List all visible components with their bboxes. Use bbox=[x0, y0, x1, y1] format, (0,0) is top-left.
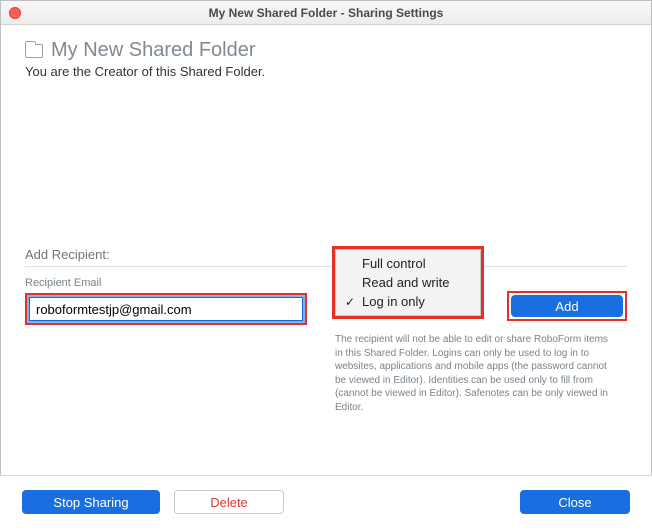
permission-help-text: The recipient will not be able to edit o… bbox=[335, 333, 617, 414]
close-button[interactable]: Close bbox=[520, 490, 630, 514]
recipient-email-label: Recipient Email bbox=[25, 277, 627, 289]
recipient-email-input[interactable] bbox=[29, 297, 303, 321]
footer: Stop Sharing Delete Close bbox=[0, 475, 652, 530]
subtitle: You are the Creator of this Shared Folde… bbox=[25, 64, 627, 79]
close-icon[interactable] bbox=[9, 7, 21, 19]
stop-sharing-button[interactable]: Stop Sharing bbox=[22, 490, 160, 514]
permission-dropdown-highlight: Full control Read and write ✓ Log in onl… bbox=[332, 246, 484, 319]
permission-option-full-control[interactable]: Full control bbox=[336, 254, 480, 273]
page-title: My New Shared Folder bbox=[51, 39, 256, 62]
recipient-row: Add bbox=[25, 293, 627, 325]
check-icon: ✓ bbox=[344, 295, 356, 309]
permission-dropdown[interactable]: Full control Read and write ✓ Log in onl… bbox=[335, 249, 481, 316]
permission-option-read-write[interactable]: Read and write bbox=[336, 273, 480, 292]
folder-icon bbox=[25, 44, 43, 58]
permission-option-label: Log in only bbox=[362, 294, 425, 309]
add-recipient-label: Add Recipient: bbox=[25, 247, 627, 267]
titlebar: My New Shared Folder - Sharing Settings bbox=[1, 1, 651, 25]
email-highlight-box bbox=[25, 293, 307, 325]
permission-option-log-in-only[interactable]: ✓ Log in only bbox=[336, 292, 480, 311]
permission-option-label: Read and write bbox=[362, 275, 449, 290]
add-button[interactable]: Add bbox=[511, 295, 623, 317]
add-highlight-box: Add bbox=[507, 291, 627, 321]
delete-button[interactable]: Delete bbox=[174, 490, 284, 514]
window-title: My New Shared Folder - Sharing Settings bbox=[9, 6, 643, 20]
content-area: My New Shared Folder You are the Creator… bbox=[1, 25, 651, 414]
permission-option-label: Full control bbox=[362, 256, 426, 271]
page-header: My New Shared Folder bbox=[25, 39, 627, 62]
